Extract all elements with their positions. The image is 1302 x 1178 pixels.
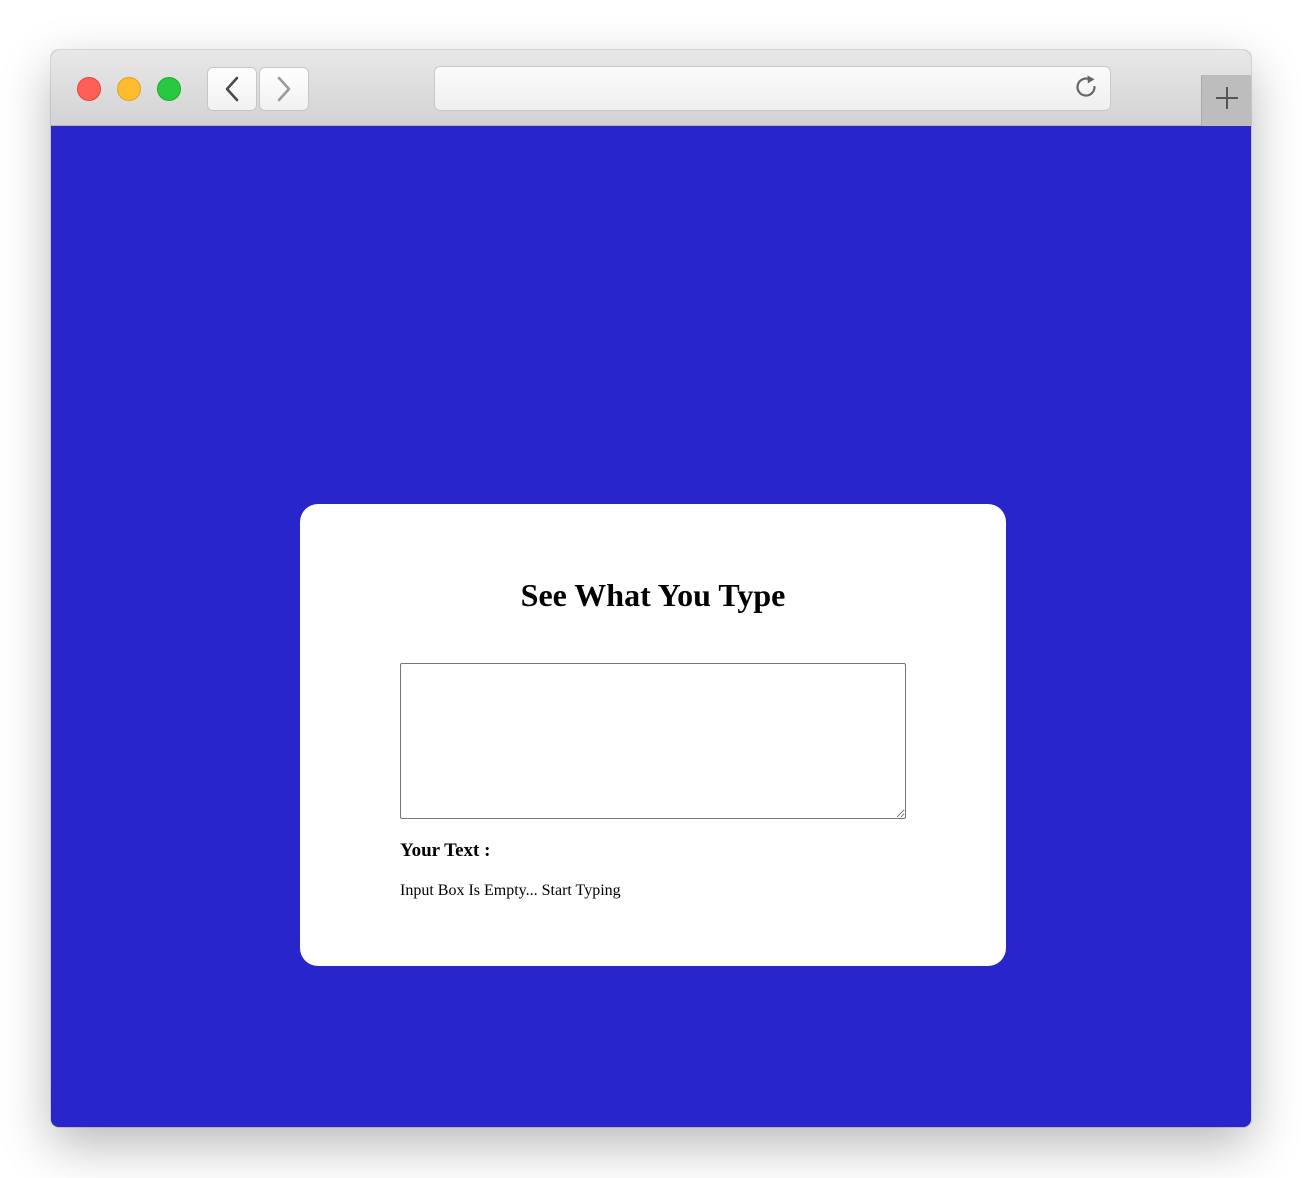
forward-button[interactable] xyxy=(259,67,309,111)
chevron-right-icon xyxy=(276,76,292,102)
reload-button[interactable] xyxy=(1072,75,1100,103)
output-label: Your Text : xyxy=(400,840,491,861)
page-content: See What You Type Your Text : Input Box … xyxy=(51,126,1251,1127)
browser-toolbar xyxy=(51,50,1251,126)
page-title: See What You Type xyxy=(520,577,786,613)
browser-window: See What You Type Your Text : Input Box … xyxy=(51,50,1251,1127)
address-bar[interactable] xyxy=(434,66,1111,111)
output-text: Input Box Is Empty... Start Typing xyxy=(400,882,621,899)
maximize-window-icon[interactable] xyxy=(157,77,181,101)
minimize-window-icon[interactable] xyxy=(117,77,141,101)
close-window-icon[interactable] xyxy=(77,77,101,101)
text-preview-card: See What You Type Your Text : Input Box … xyxy=(300,504,1006,966)
plus-icon xyxy=(1215,86,1239,115)
new-tab-button[interactable] xyxy=(1201,75,1251,126)
back-button[interactable] xyxy=(207,67,257,111)
reload-icon xyxy=(1073,74,1099,105)
chevron-left-icon xyxy=(224,76,240,102)
text-input[interactable] xyxy=(400,663,906,819)
